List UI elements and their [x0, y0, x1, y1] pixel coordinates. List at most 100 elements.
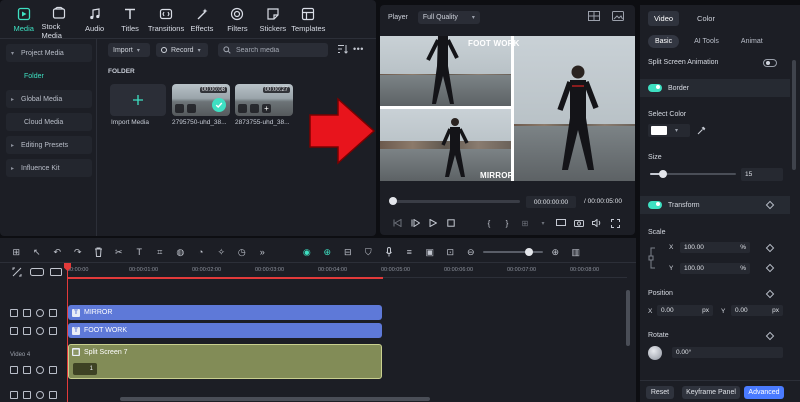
- effects-add-icon[interactable]: ✧: [211, 245, 232, 259]
- grid-view-icon[interactable]: [588, 11, 600, 21]
- filter-sort-icon[interactable]: [337, 44, 348, 54]
- color-palette-icon[interactable]: ◍: [170, 245, 191, 259]
- transform-toggle[interactable]: [648, 201, 662, 209]
- markers-icon[interactable]: ⊞: [516, 217, 534, 229]
- nav-folder[interactable]: Folder: [6, 67, 92, 85]
- eye-icon[interactable]: [36, 327, 44, 335]
- step-back-icon[interactable]: [388, 217, 406, 229]
- properties-scrollbar[interactable]: [792, 60, 796, 170]
- scale-x-field[interactable]: 100.00 %: [680, 242, 750, 253]
- more-options-icon[interactable]: •••: [353, 44, 364, 54]
- link-tracks-icon[interactable]: [30, 268, 44, 276]
- advanced-button[interactable]: Advanced: [744, 386, 784, 399]
- timeline-clip-split-screen[interactable]: ▦ Split Screen 7 1: [68, 344, 382, 379]
- zoom-out-icon[interactable]: ⊖: [461, 245, 482, 259]
- speaker-icon[interactable]: [23, 391, 31, 399]
- ai-magic-icon[interactable]: ◉: [297, 245, 318, 259]
- ai-track-icon[interactable]: [50, 268, 62, 276]
- monitor-icon[interactable]: [552, 217, 570, 229]
- snapshot-image-icon[interactable]: [612, 11, 624, 21]
- playback-progress-bar[interactable]: [392, 200, 520, 203]
- border-toggle[interactable]: [648, 84, 662, 92]
- color-select[interactable]: ▾: [648, 124, 690, 137]
- subtab-ai-tools[interactable]: AI Tools: [687, 35, 726, 48]
- rotate-field[interactable]: 0.00°: [672, 347, 783, 358]
- timeline-menu-icon[interactable]: ▥: [566, 245, 587, 259]
- tab-transitions[interactable]: Transitions: [148, 6, 184, 36]
- timeline-ruler[interactable]: 00:00:00 00:00:01:00 00:00:02:00 00:00:0…: [67, 263, 627, 277]
- import-media-tile[interactable]: [110, 84, 166, 116]
- timeline-horizontal-scrollbar[interactable]: [120, 397, 430, 401]
- size-slider-knob[interactable]: [658, 170, 667, 178]
- scale-y-field[interactable]: 100.00 %: [680, 263, 750, 274]
- nav-global-media[interactable]: ▸ Global Media: [6, 90, 92, 108]
- subtab-animation[interactable]: Animat: [734, 35, 770, 48]
- link-scale-icon[interactable]: [648, 246, 656, 270]
- eye-icon[interactable]: [36, 391, 44, 399]
- camera-snapshot-icon[interactable]: [570, 217, 588, 229]
- position-y-field[interactable]: 0.00 px: [731, 305, 783, 316]
- keyframe-panel-button[interactable]: Keyframe Panel: [682, 386, 740, 399]
- playback-progress-knob[interactable]: [389, 197, 397, 205]
- render-icon[interactable]: ⊡: [440, 245, 461, 259]
- mark-out-icon[interactable]: }: [498, 217, 516, 229]
- split-screen-animation-toggle[interactable]: [763, 59, 777, 67]
- shield-icon[interactable]: ⛉: [358, 245, 379, 259]
- tab-effects[interactable]: Effects: [184, 6, 219, 36]
- play-frame-icon[interactable]: [406, 217, 424, 229]
- folder-icon[interactable]: [10, 327, 18, 335]
- lock-icon[interactable]: [49, 327, 57, 335]
- search-box[interactable]: [218, 43, 328, 57]
- stop-icon[interactable]: [442, 217, 460, 229]
- delete-icon[interactable]: [88, 245, 109, 259]
- border-section-header[interactable]: Border: [640, 79, 790, 97]
- tab-stickers[interactable]: Stickers: [255, 6, 290, 36]
- media-clip-thumbnail[interactable]: 00:00:27 +: [235, 84, 293, 116]
- tab-stock-media[interactable]: Stock Media: [41, 6, 76, 40]
- rotate-dial[interactable]: [648, 346, 662, 360]
- nav-project-media[interactable]: ▾ Project Media: [6, 44, 92, 62]
- mark-in-icon[interactable]: {: [480, 217, 498, 229]
- layout-grid-icon[interactable]: ⊞: [6, 245, 27, 259]
- video-preview[interactable]: MIRROR FOOT WORK: [380, 36, 635, 181]
- subtab-basic[interactable]: Basic: [648, 35, 680, 48]
- scissors-icon[interactable]: ✂: [109, 245, 130, 259]
- folder-icon[interactable]: [10, 391, 18, 399]
- microphone-icon[interactable]: [379, 245, 400, 259]
- nav-influence-kit[interactable]: ▸ Influence Kit: [6, 159, 92, 177]
- add-to-timeline-icon[interactable]: +: [262, 104, 271, 113]
- snap-icon[interactable]: ⊕: [317, 245, 338, 259]
- reset-button[interactable]: Reset: [646, 386, 674, 399]
- timeline-vertical-scrollbar[interactable]: [626, 290, 630, 346]
- tab-templates[interactable]: Templates: [291, 6, 326, 36]
- eye-icon[interactable]: [36, 366, 44, 374]
- tab-color[interactable]: Color: [691, 11, 721, 26]
- record-dropdown-button[interactable]: Record ▾: [156, 43, 208, 57]
- speed-icon[interactable]: ◔: [191, 245, 212, 259]
- volume-icon[interactable]: [588, 217, 606, 229]
- quality-select[interactable]: Full Quality ▾: [417, 10, 480, 24]
- play-icon[interactable]: [424, 217, 442, 229]
- timeline-clip-footwork[interactable]: T FOOT WORK: [68, 323, 382, 338]
- folder-icon[interactable]: [10, 366, 18, 374]
- crop-icon[interactable]: ⌗: [150, 245, 171, 259]
- picture-in-picture-icon[interactable]: ▣: [420, 245, 441, 259]
- folder-icon[interactable]: [10, 309, 18, 317]
- tab-filters[interactable]: Filters: [220, 6, 255, 36]
- speaker-icon[interactable]: [23, 309, 31, 317]
- redo-icon[interactable]: ↷: [68, 245, 89, 259]
- add-track-icon[interactable]: [12, 267, 22, 277]
- tab-video[interactable]: Video: [648, 11, 680, 26]
- speaker-icon[interactable]: [23, 327, 31, 335]
- marker-icon[interactable]: ⊟: [338, 245, 359, 259]
- timeline-clip-mirror[interactable]: T MIRROR: [68, 305, 382, 320]
- eyedropper-icon[interactable]: [697, 126, 706, 135]
- nav-editing-presets[interactable]: ▸ Editing Presets: [6, 136, 92, 154]
- zoom-slider-knob[interactable]: [525, 248, 533, 256]
- text-tool-icon[interactable]: T: [129, 245, 150, 259]
- tab-media[interactable]: Media: [6, 6, 41, 36]
- lock-icon[interactable]: [49, 309, 57, 317]
- timeline-zoom-slider[interactable]: [481, 245, 545, 259]
- lock-icon[interactable]: [49, 366, 57, 374]
- voiceover-icon[interactable]: ≡: [399, 245, 420, 259]
